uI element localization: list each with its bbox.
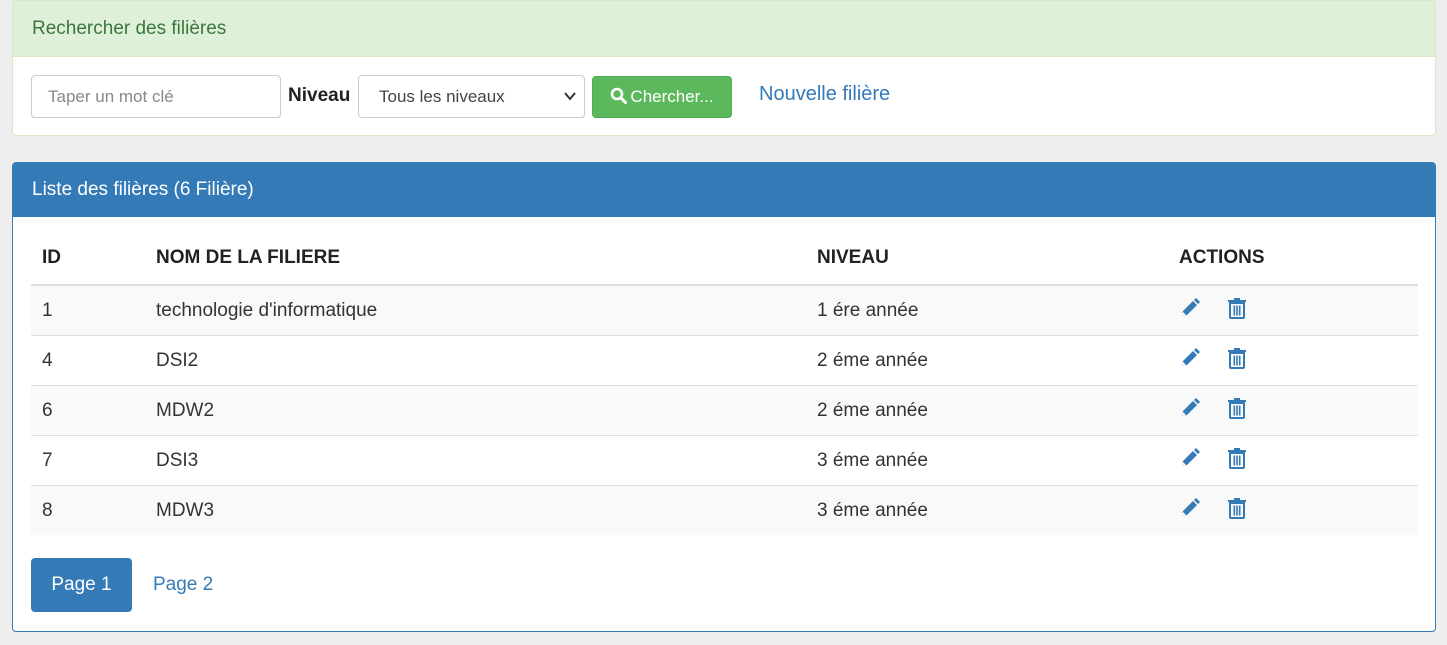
cell-niveau: 2 éme année xyxy=(806,335,1168,386)
cell-niveau: 1 ére année xyxy=(806,285,1168,336)
table-row: 8 MDW3 3 éme année xyxy=(31,485,1418,535)
search-form: Niveau Tous les niveaux Chercher... Nouv… xyxy=(13,57,1435,137)
cell-id: 8 xyxy=(31,485,145,535)
cell-id: 4 xyxy=(31,335,145,386)
cell-nom: MDW3 xyxy=(145,485,806,535)
table-row: 4 DSI2 2 éme année xyxy=(31,335,1418,386)
table-header-row: ID NOM DE LA FILIERE NIVEAU ACTIONS xyxy=(31,231,1418,286)
trash-icon[interactable] xyxy=(1227,297,1247,325)
cell-niveau: 2 éme année xyxy=(806,385,1168,436)
cell-id: 7 xyxy=(31,435,145,486)
cell-nom: technologie d'informatique xyxy=(145,285,806,336)
cell-nom: DSI3 xyxy=(145,435,806,486)
filieres-table: ID NOM DE LA FILIERE NIVEAU ACTIONS 1 te… xyxy=(31,231,1418,535)
cell-id: 6 xyxy=(31,385,145,436)
column-header-actions: ACTIONS xyxy=(1168,231,1418,286)
new-filiere-link[interactable]: Nouvelle filière xyxy=(759,83,890,106)
cell-actions xyxy=(1168,335,1418,386)
table-row: 7 DSI3 3 éme année xyxy=(31,435,1418,486)
chevron-down-icon xyxy=(564,76,576,133)
niveau-label: Niveau xyxy=(288,85,351,106)
search-button-label: Chercher... xyxy=(630,87,714,106)
column-header-nom: NOM DE LA FILIERE xyxy=(145,231,806,286)
niveau-select-value: Tous les niveaux xyxy=(379,87,505,106)
keyword-input[interactable] xyxy=(31,75,281,118)
column-header-niveau: NIVEAU xyxy=(806,231,1168,286)
search-icon xyxy=(611,87,628,104)
trash-icon[interactable] xyxy=(1227,347,1247,375)
trash-icon[interactable] xyxy=(1227,497,1247,525)
pencil-icon[interactable] xyxy=(1179,447,1201,475)
column-header-id: ID xyxy=(31,231,145,286)
pencil-icon[interactable] xyxy=(1179,397,1201,425)
pencil-icon[interactable] xyxy=(1179,497,1201,525)
cell-actions xyxy=(1168,285,1418,336)
search-button[interactable]: Chercher... xyxy=(592,76,732,118)
pencil-icon[interactable] xyxy=(1179,297,1201,325)
cell-actions xyxy=(1168,385,1418,436)
cell-niveau: 3 éme année xyxy=(806,485,1168,535)
trash-icon[interactable] xyxy=(1227,447,1247,475)
search-panel-heading: Rechercher des filières xyxy=(13,1,1435,57)
cell-actions xyxy=(1168,485,1418,535)
page-2-link[interactable]: Page 2 xyxy=(153,558,213,612)
cell-nom: MDW2 xyxy=(145,385,806,436)
table-row: 6 MDW2 2 éme année xyxy=(31,385,1418,436)
list-panel: Liste des filières (6 Filière) ID NOM DE… xyxy=(12,162,1436,632)
list-panel-heading: Liste des filières (6 Filière) xyxy=(13,163,1435,217)
pencil-icon[interactable] xyxy=(1179,347,1201,375)
niveau-select[interactable]: Tous les niveaux xyxy=(358,75,585,118)
search-panel: Rechercher des filières Niveau Tous les … xyxy=(12,0,1436,136)
page-1-button[interactable]: Page 1 xyxy=(31,558,132,612)
cell-nom: DSI2 xyxy=(145,335,806,386)
trash-icon[interactable] xyxy=(1227,397,1247,425)
cell-niveau: 3 éme année xyxy=(806,435,1168,486)
table-row: 1 technologie d'informatique 1 ére année xyxy=(31,285,1418,336)
cell-actions xyxy=(1168,435,1418,486)
cell-id: 1 xyxy=(31,285,145,336)
